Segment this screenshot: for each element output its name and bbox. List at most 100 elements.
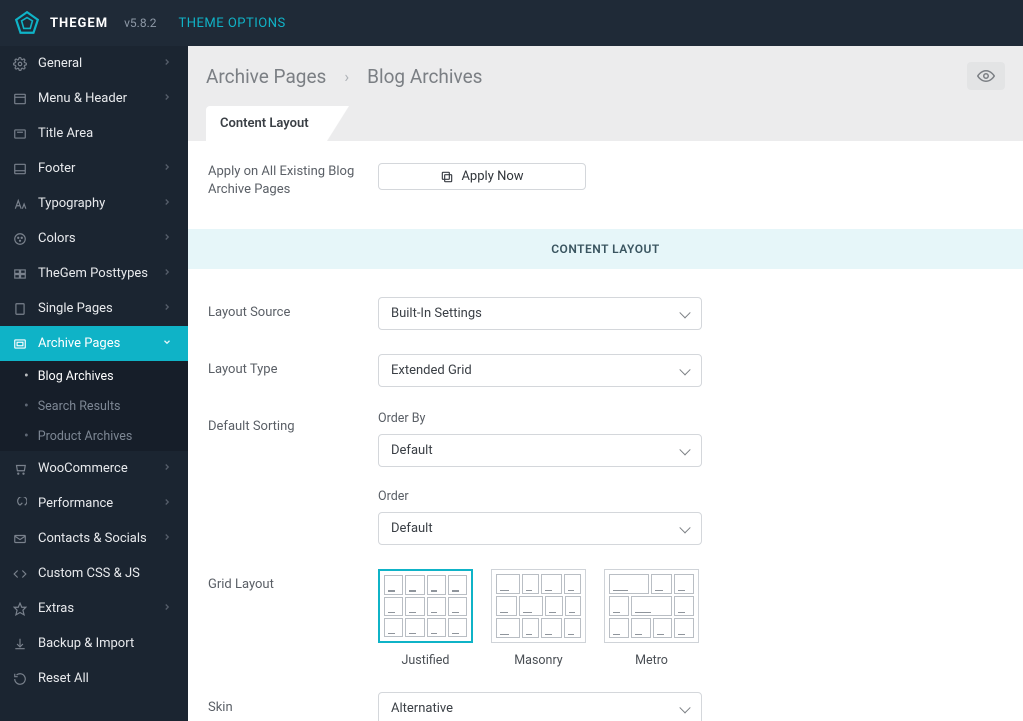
download-icon: [12, 636, 28, 652]
layout-icon: [12, 91, 28, 107]
gauge-icon: [12, 496, 28, 512]
select-value: Default: [391, 521, 433, 536]
grid-layout-option-metro[interactable]: Metro: [604, 569, 699, 668]
reset-icon: [12, 671, 28, 687]
select-order-by[interactable]: Default: [378, 434, 702, 467]
sidebar-item-extras[interactable]: Extras: [0, 591, 188, 626]
select-value: Extended Grid: [391, 363, 472, 378]
sidebar-item-label: WooCommerce: [38, 461, 162, 476]
chevron-down-icon: [162, 337, 176, 351]
sidebar-item-label: General: [38, 56, 162, 71]
breadcrumb-current: Blog Archives: [367, 65, 482, 88]
tab-content-layout[interactable]: Content Layout: [206, 106, 327, 141]
option-label-default-sorting: Default Sorting: [208, 411, 378, 434]
sidebar-item-label: Custom CSS & JS: [38, 566, 176, 581]
chevron-right-icon: [162, 197, 176, 211]
content-area: Apply on All Existing Blog Archive Pages…: [188, 141, 1023, 721]
layout-caption: Masonry: [514, 653, 562, 668]
sidebar-item-performance[interactable]: Performance: [0, 486, 188, 521]
sidebar-item-single-pages[interactable]: Single Pages: [0, 291, 188, 326]
tab-label: Content Layout: [220, 116, 309, 131]
select-skin[interactable]: Alternative: [378, 692, 702, 721]
code-icon: [12, 566, 28, 582]
sidebar-item-label: TheGem Posttypes: [38, 266, 162, 281]
chevron-right-icon: [162, 267, 176, 281]
subnav-item-label: Product Archives: [38, 429, 133, 444]
select-layout-source[interactable]: Built-In Settings: [378, 297, 702, 330]
title-icon: [12, 126, 28, 142]
chevron-right-icon: [162, 162, 176, 176]
sidebar-item-label: Reset All: [38, 671, 176, 686]
sidebar-item-typography[interactable]: Typography: [0, 186, 188, 221]
apply-now-label: Apply Now: [461, 169, 523, 184]
chevron-right-icon: [162, 57, 176, 71]
subnav-item-label: Blog Archives: [38, 369, 114, 384]
subnav-item-search-results[interactable]: Search Results: [0, 391, 188, 421]
sidebar-item-label: Menu & Header: [38, 91, 162, 106]
copy-icon: [440, 170, 454, 184]
star-icon: [12, 601, 28, 617]
gear-icon: [12, 56, 28, 72]
sidebar-item-woocommerce[interactable]: WooCommerce: [0, 451, 188, 486]
select-order[interactable]: Default: [378, 512, 702, 545]
breadcrumb-parent: Archive Pages: [206, 65, 326, 88]
order-by-label: Order By: [378, 411, 702, 426]
sidebar-item-label: Colors: [38, 231, 162, 246]
select-value: Alternative: [391, 701, 453, 716]
layout-caption: Justified: [402, 653, 450, 668]
sidebar-item-contacts-socials[interactable]: Contacts & Socials: [0, 521, 188, 556]
select-value: Default: [391, 443, 433, 458]
page-icon: [12, 301, 28, 317]
brand: THEGEM v5.8.2: [14, 10, 156, 36]
preview-button[interactable]: [967, 62, 1005, 90]
option-label-skin: Skin: [208, 692, 378, 715]
subnav-item-product-archives[interactable]: Product Archives: [0, 421, 188, 451]
sidebar-item-footer[interactable]: Footer: [0, 151, 188, 186]
tabs: Content Layout: [206, 106, 1005, 141]
sidebar-item-posttypes[interactable]: TheGem Posttypes: [0, 256, 188, 291]
apply-now-button[interactable]: Apply Now: [378, 163, 586, 190]
sidebar-item-label: Typography: [38, 196, 162, 211]
chevron-right-icon: [162, 532, 176, 546]
sidebar-item-label: Extras: [38, 601, 162, 616]
section-banner: CONTENT LAYOUT: [188, 229, 1023, 269]
select-value: Built-In Settings: [391, 306, 482, 321]
chevron-right-icon: ›: [344, 67, 349, 86]
sidebar-item-label: Contacts & Socials: [38, 531, 162, 546]
chevron-right-icon: [162, 462, 176, 476]
header-section-label[interactable]: THEME OPTIONS: [178, 16, 285, 31]
order-label: Order: [378, 489, 702, 504]
sidebar-item-title-area[interactable]: Title Area: [0, 116, 188, 151]
sidebar-item-label: Archive Pages: [38, 336, 162, 351]
sidebar-item-backup-import[interactable]: Backup & Import: [0, 626, 188, 661]
eye-icon: [977, 67, 995, 85]
chevron-right-icon: [162, 232, 176, 246]
brand-logo-icon: [14, 10, 40, 36]
sidebar-item-general[interactable]: General: [0, 46, 188, 81]
sidebar-item-archive-pages[interactable]: Archive Pages: [0, 326, 188, 361]
posttypes-icon: [12, 266, 28, 282]
select-layout-type[interactable]: Extended Grid: [378, 354, 702, 387]
sidebar-item-menu-header[interactable]: Menu & Header: [0, 81, 188, 116]
mail-icon: [12, 531, 28, 547]
sidebar-item-custom-css-js[interactable]: Custom CSS & JS: [0, 556, 188, 591]
footer-icon: [12, 161, 28, 177]
sidebar-item-colors[interactable]: Colors: [0, 221, 188, 256]
cart-icon: [12, 461, 28, 477]
sidebar-item-label: Single Pages: [38, 301, 162, 316]
apply-label: Apply on All Existing Blog Archive Pages: [208, 163, 378, 199]
layout-caption: Metro: [635, 653, 668, 668]
chevron-right-icon: [162, 497, 176, 511]
grid-layout-option-justified[interactable]: Justified: [378, 569, 473, 668]
main-panel: Archive Pages › Blog Archives Content La…: [188, 46, 1023, 721]
typography-icon: [12, 196, 28, 212]
subnav-item-blog-archives[interactable]: Blog Archives: [0, 361, 188, 391]
breadcrumb: Archive Pages › Blog Archives: [206, 65, 967, 88]
sidebar-item-label: Title Area: [38, 126, 176, 141]
chevron-right-icon: [162, 92, 176, 106]
sidebar-subnav: Blog Archives Search Results Product Arc…: [0, 361, 188, 451]
grid-layout-option-masonry[interactable]: Masonry: [491, 569, 586, 668]
top-bar: THEGEM v5.8.2 THEME OPTIONS: [0, 0, 1023, 46]
sidebar-item-reset-all[interactable]: Reset All: [0, 661, 188, 696]
subnav-item-label: Search Results: [38, 399, 121, 414]
